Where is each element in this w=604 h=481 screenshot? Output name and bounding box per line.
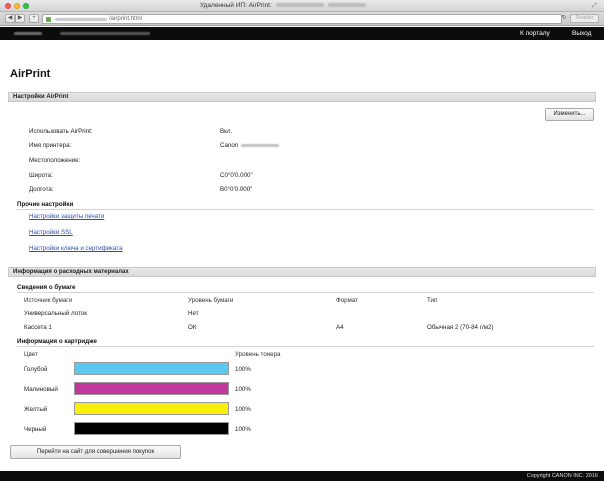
magenta-toner-level: 100% xyxy=(235,386,251,393)
paper-level-cell: ОК xyxy=(188,324,197,331)
latitude-label: Широта: xyxy=(29,172,53,179)
page-title: AirPrint xyxy=(10,68,51,80)
longitude-label: Долгота: xyxy=(29,186,54,193)
use-airprint-label: Использовать AirPrint: xyxy=(29,128,93,135)
longitude-value: В0°0'0.000" xyxy=(220,186,253,193)
black-toner-level: 100% xyxy=(235,426,251,433)
cartridge-info-heading: Информация о картридже xyxy=(17,338,97,345)
reload-icon[interactable]: ↻ xyxy=(560,14,568,23)
paper-type-cell: Обычная 2 (70-84 г/м2) xyxy=(427,324,494,331)
close-window-icon[interactable] xyxy=(5,3,11,9)
fullscreen-icon[interactable]: ⤢ xyxy=(592,3,598,9)
go-to-shop-button[interactable]: Перейти на сайт для совершения покупок xyxy=(10,445,181,459)
latitude-value: С0°0'0.000" xyxy=(220,172,253,179)
divider xyxy=(17,209,594,210)
logout-link[interactable]: Выход xyxy=(572,30,591,37)
paper-level-cell: Нет xyxy=(188,310,199,317)
paper-size-cell: A4 xyxy=(336,324,344,331)
cyan-toner-swatch xyxy=(74,362,229,375)
paper-source-cell: Кассета 1 xyxy=(24,324,52,331)
edit-button[interactable]: Изменить... xyxy=(545,108,594,121)
browser-window: Удаленный ИП: AirPrint: ⤢ ◀ ▶ + /airprin… xyxy=(0,0,604,481)
paper-type-header: Тип xyxy=(427,297,438,304)
url-text: /airprint.html xyxy=(109,16,143,22)
consumables-header: Информация о расходных материалах xyxy=(8,267,596,277)
color-header: Цвет xyxy=(24,351,38,358)
yellow-toner-level: 100% xyxy=(235,406,251,413)
use-airprint-value: Вкл. xyxy=(220,128,233,135)
forward-button[interactable]: ▶ xyxy=(15,14,25,23)
location-label: Местоположение: xyxy=(29,157,81,164)
header-band: К порталу Выход xyxy=(0,27,604,40)
cyan-label: Голубой xyxy=(24,366,48,373)
divider xyxy=(17,346,594,347)
magenta-label: Малиновый xyxy=(24,386,58,393)
paper-source-cell: Универсальный лоток xyxy=(24,310,87,317)
toner-level-header: Уровень тонера xyxy=(235,351,281,358)
device-info-blurred xyxy=(60,32,150,35)
printer-name-text: Canon xyxy=(220,142,239,149)
section-title: Информация о расходных материалах xyxy=(13,269,129,275)
paper-info-heading: Сведения о бумаге xyxy=(17,284,76,291)
zoom-window-icon[interactable] xyxy=(23,3,29,9)
section-title: Настройки AirPrint xyxy=(13,94,69,100)
airprint-settings-header: Настройки AirPrint xyxy=(8,92,596,102)
back-button[interactable]: ◀ xyxy=(5,14,15,23)
address-bar[interactable]: /airprint.html xyxy=(42,14,562,24)
ssl-settings-link[interactable]: Настройки SSL xyxy=(29,229,73,236)
title-bar: Удаленный ИП: AirPrint: ⤢ xyxy=(0,0,604,12)
to-portal-link[interactable]: К порталу xyxy=(520,30,550,37)
printer-name-label: Имя принтера: xyxy=(29,142,72,149)
window-title: Удаленный ИП: AirPrint: xyxy=(200,2,440,9)
key-certificate-settings-link[interactable]: Настройки ключа и сертификата xyxy=(29,245,123,252)
window-title-text: Удаленный ИП: AirPrint: xyxy=(200,2,272,9)
black-toner-swatch xyxy=(74,422,229,435)
magenta-toner-swatch xyxy=(74,382,229,395)
browser-toolbar: ◀ ▶ + /airprint.html ↻ Reader xyxy=(0,12,604,26)
printer-name-value: Canon xyxy=(220,142,280,149)
other-settings-heading: Прочие настройки xyxy=(17,201,74,208)
yellow-label: Желтый xyxy=(24,406,48,413)
add-bookmark-button[interactable]: + xyxy=(29,14,39,23)
divider xyxy=(17,292,594,293)
reader-button[interactable]: Reader xyxy=(570,14,599,23)
minimize-window-icon[interactable] xyxy=(14,3,20,9)
paper-source-header: Источник бумаги xyxy=(24,297,72,304)
paper-size-header: Формат xyxy=(336,297,358,304)
paper-level-header: Уровень бумаги xyxy=(188,297,234,304)
cyan-toner-level: 100% xyxy=(235,366,251,373)
yellow-toner-swatch xyxy=(74,402,229,415)
print-security-settings-link[interactable]: Настройки защиты печати xyxy=(29,213,104,220)
site-favicon-icon xyxy=(46,16,51,22)
device-name-blurred xyxy=(14,32,42,35)
black-label: Черный xyxy=(24,426,47,433)
copyright-text: Copyright CANON INC. 2016 xyxy=(526,473,598,479)
footer: Copyright CANON INC. 2016 xyxy=(0,471,604,481)
